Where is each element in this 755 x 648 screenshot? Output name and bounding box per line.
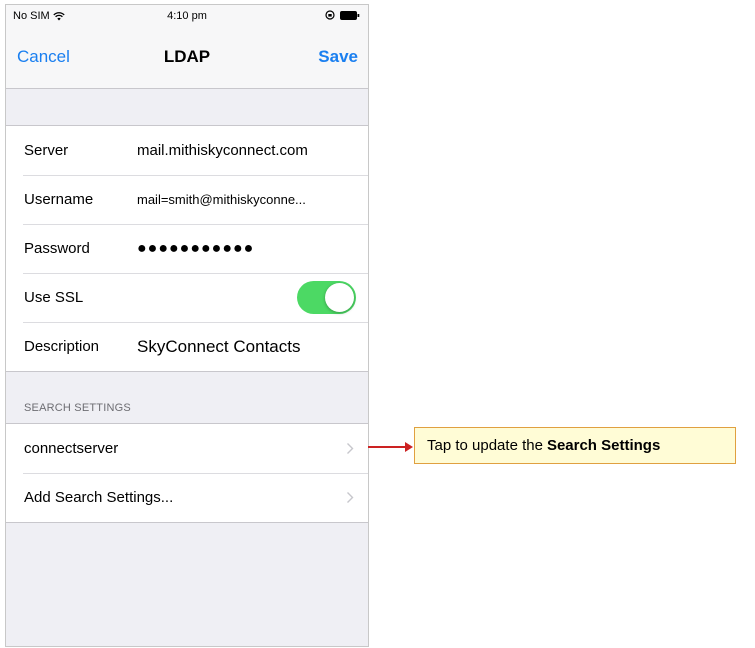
description-row[interactable]: Description SkyConnect Contacts — [6, 322, 368, 371]
search-item-label: connectserver — [24, 440, 119, 457]
description-label: Description — [24, 338, 100, 355]
search-settings-header: SEARCH SETTINGS — [24, 402, 131, 414]
phone-screen: No SIM 4:10 pm Cancel LDAP Save Server m… — [5, 4, 369, 647]
server-row[interactable]: Server mail.mithiskyconnect.com — [6, 126, 368, 175]
callout-text: Tap to update the — [427, 437, 543, 454]
search-settings-group: connectserver Add Search Settings... — [6, 423, 368, 523]
status-time: 4:10 pm — [167, 10, 207, 22]
navigation-bar: No SIM 4:10 pm Cancel LDAP Save — [6, 5, 368, 89]
chevron-right-icon — [346, 491, 354, 504]
callout-bold-text: Search Settings — [546, 437, 661, 454]
status-right — [325, 10, 360, 20]
cancel-button[interactable]: Cancel — [17, 47, 70, 67]
save-button[interactable]: Save — [318, 47, 358, 67]
callout-arrow-icon — [368, 440, 414, 454]
password-row[interactable]: Password ●●●●●●●●●●● — [6, 224, 368, 273]
username-row[interactable]: Username mail=smith@mithiskyconne... — [6, 175, 368, 224]
toggle-knob — [325, 283, 354, 312]
rotation-lock-icon — [325, 10, 335, 20]
status-bar: No SIM 4:10 pm — [6, 5, 368, 27]
ssl-toggle[interactable] — [297, 281, 356, 314]
password-label: Password — [24, 240, 90, 257]
callout-annotation: Tap to update the Search Settings — [414, 427, 736, 464]
add-search-settings-item[interactable]: Add Search Settings... — [6, 473, 368, 522]
ssl-label: Use SSL — [24, 289, 84, 306]
chevron-right-icon — [346, 442, 354, 455]
ssl-row: Use SSL — [6, 273, 368, 322]
battery-icon — [340, 10, 360, 20]
description-field[interactable]: SkyConnect Contacts — [137, 337, 356, 357]
server-label: Server — [24, 142, 69, 159]
account-settings-group: Server mail.mithiskyconnect.com Username… — [6, 125, 368, 372]
username-label: Username — [24, 191, 94, 208]
server-field[interactable]: mail.mithiskyconnect.com — [137, 142, 356, 159]
search-item-connectserver[interactable]: connectserver — [6, 424, 368, 473]
password-field[interactable]: ●●●●●●●●●●● — [137, 240, 356, 258]
username-field[interactable]: mail=smith@mithiskyconne... — [137, 192, 356, 207]
search-item-label: Add Search Settings... — [24, 489, 174, 506]
